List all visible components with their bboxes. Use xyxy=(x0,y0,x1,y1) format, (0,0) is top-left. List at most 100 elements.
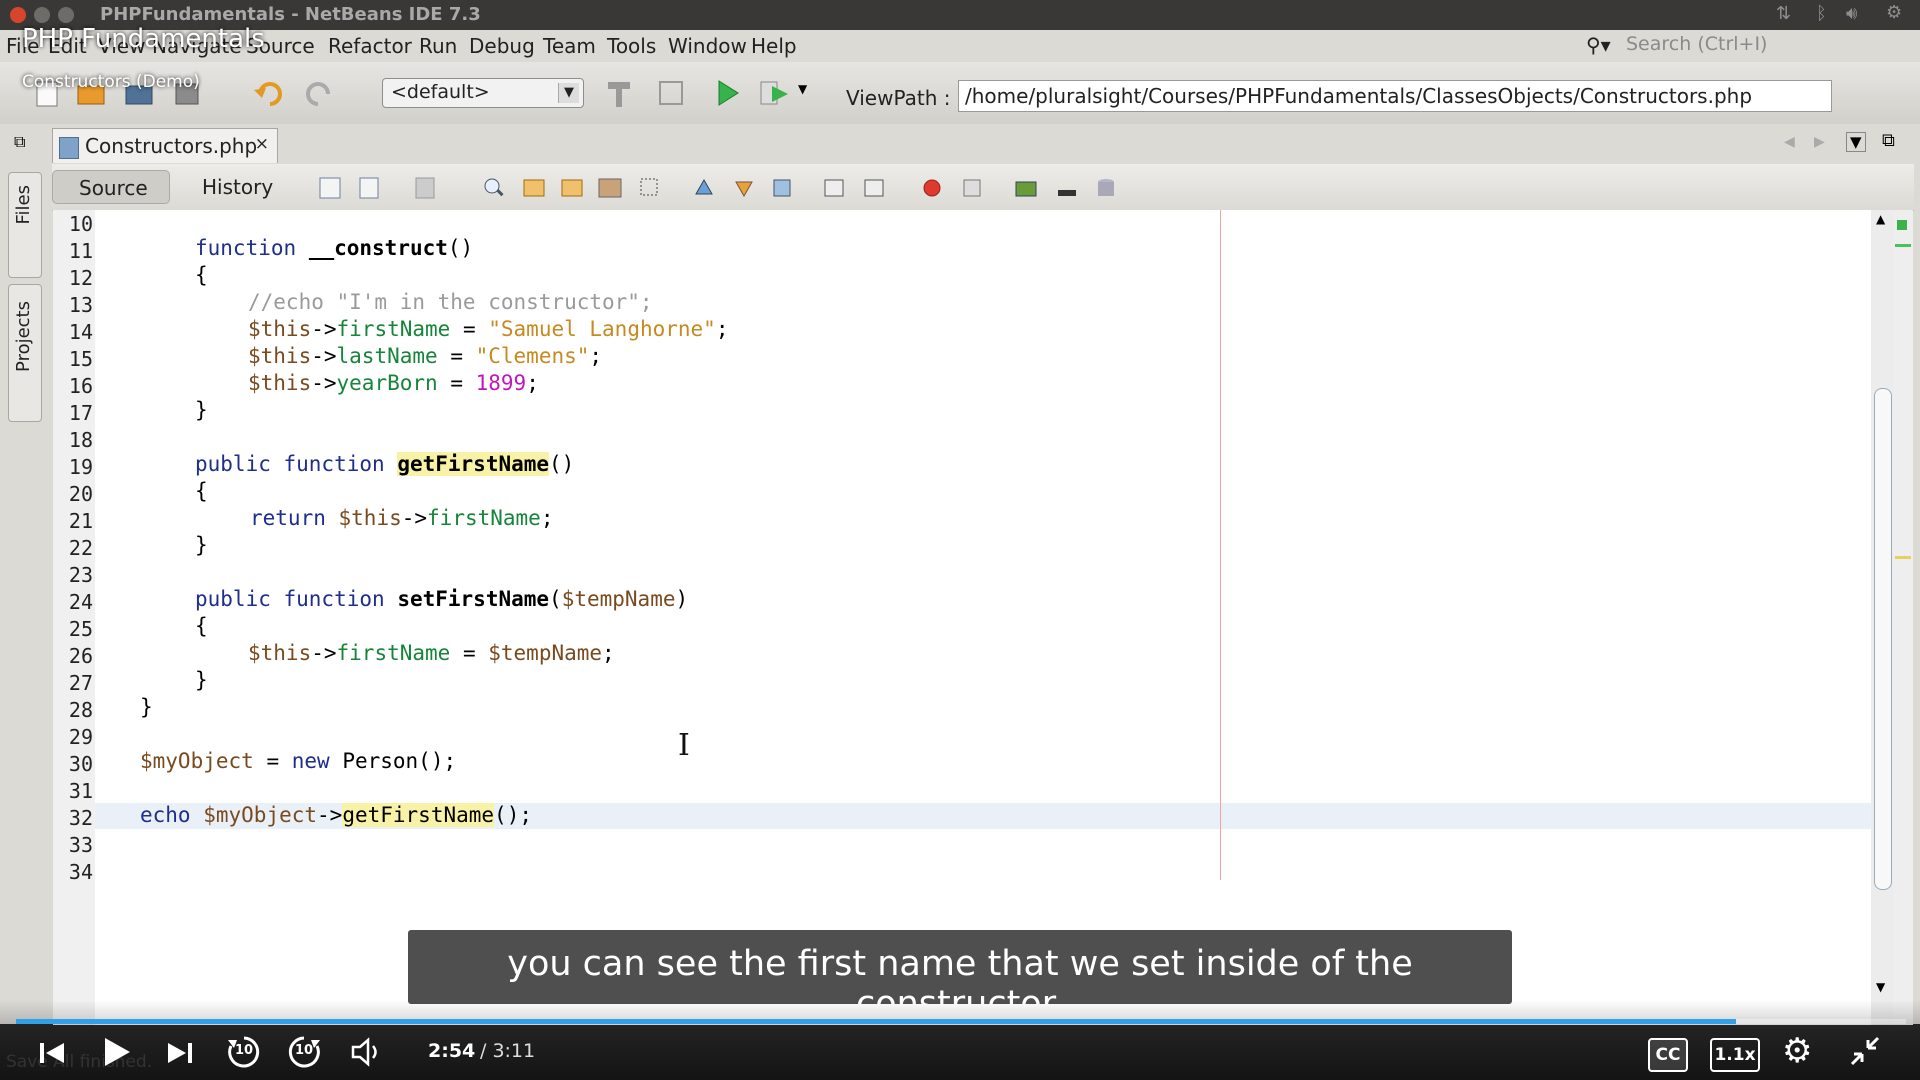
code-text: = xyxy=(437,371,476,395)
settings-gear-icon[interactable]: ⚙ xyxy=(1782,1034,1812,1068)
line-number: 33 xyxy=(68,833,93,857)
error-stripe-mark xyxy=(1895,244,1911,247)
redo-icon[interactable] xyxy=(302,76,336,110)
shift-right-icon[interactable] xyxy=(862,176,886,200)
line-number: 22 xyxy=(68,536,93,560)
rectangular-selection-icon[interactable] xyxy=(638,176,662,200)
tab-source[interactable]: Source xyxy=(52,170,170,204)
tab-source-label: Source xyxy=(79,176,148,200)
tab-constructors-php[interactable]: Constructors.php × xyxy=(52,128,278,163)
chevron-down-icon[interactable]: ▼ xyxy=(558,83,579,103)
back-icon[interactable] xyxy=(358,176,382,200)
next-bookmark-icon[interactable] xyxy=(732,176,756,200)
start-debug-icon[interactable] xyxy=(1014,176,1038,200)
status-ok-marker xyxy=(1897,220,1907,230)
show-opened-documents-icon[interactable]: ▼ xyxy=(1846,132,1866,152)
menu-team[interactable]: Team xyxy=(543,34,596,58)
code-text: ; xyxy=(589,344,603,368)
minimize-window-icon[interactable] xyxy=(34,7,50,23)
tab-history-label: History xyxy=(202,175,274,199)
configuration-select[interactable]: <default> ▼ xyxy=(382,78,584,108)
stop-debug-icon[interactable] xyxy=(1054,176,1078,200)
find-icon[interactable] xyxy=(482,176,506,200)
scrollbar-thumb[interactable] xyxy=(1874,388,1892,890)
scroll-tabs-right-icon[interactable]: ▶ xyxy=(1814,134,1825,150)
menu-debug[interactable]: Debug xyxy=(469,34,535,58)
search-icon[interactable]: ⚲▾ xyxy=(1586,33,1611,57)
find-previous-icon[interactable] xyxy=(522,176,546,200)
menu-refactor[interactable]: Refactor xyxy=(328,34,412,58)
sidebar-tab-projects[interactable]: Projects xyxy=(8,284,42,422)
forward-icon[interactable] xyxy=(414,176,438,200)
sidebar-tab-files[interactable]: Files xyxy=(8,172,42,278)
closed-captions-button[interactable]: CC xyxy=(1648,1038,1688,1072)
code-keyword: new xyxy=(291,749,330,773)
clean-build-icon[interactable] xyxy=(654,76,688,110)
line-number: 21 xyxy=(68,509,93,533)
viewpath-value: /home/pluralsight/Courses/PHPFundamental… xyxy=(965,84,1753,108)
code-line-14: $this->firstName = "Samuel Langhorne"; xyxy=(248,317,728,341)
code-text: } xyxy=(195,668,208,692)
run-project-icon[interactable] xyxy=(710,76,744,110)
skip-forward-10-icon[interactable]: 10 xyxy=(286,1034,322,1070)
undo-icon[interactable] xyxy=(252,76,286,110)
code-line-13: //echo "I'm in the constructor"; xyxy=(248,290,653,314)
debug-project-icon[interactable] xyxy=(758,76,792,110)
previous-clip-icon[interactable] xyxy=(38,1040,66,1070)
line-number: 25 xyxy=(68,617,93,641)
scroll-tabs-left-icon[interactable]: ◀ xyxy=(1784,134,1795,150)
bluetooth-icon: ᛒ xyxy=(1816,3,1827,24)
start-macro-recording-icon[interactable] xyxy=(920,176,944,200)
toggle-bookmark-icon[interactable] xyxy=(770,176,794,200)
maximize-window-icon[interactable] xyxy=(58,7,74,23)
menu-help[interactable]: Help xyxy=(751,34,797,58)
line-number: 27 xyxy=(68,671,93,695)
build-hammer-icon[interactable] xyxy=(602,76,636,110)
error-stripe xyxy=(1893,210,1913,1025)
skip-back-10-label: 10 xyxy=(235,1043,254,1058)
time-current: 2:54 xyxy=(428,1040,476,1062)
settings-gear-icon[interactable]: ⚙ xyxy=(1886,2,1902,23)
last-edit-icon[interactable] xyxy=(318,176,342,200)
line-number: 34 xyxy=(68,860,93,884)
code-text: Person(); xyxy=(342,749,457,773)
database-icon[interactable] xyxy=(1094,176,1118,200)
volume-icon[interactable] xyxy=(350,1036,384,1072)
line-number: 10 xyxy=(68,212,93,236)
toggle-highlight-icon[interactable] xyxy=(598,176,622,200)
playback-speed-button[interactable]: 1.1x xyxy=(1710,1038,1760,1072)
debug-dropdown-icon[interactable]: ▼ xyxy=(798,82,807,96)
maximize-editor-icon[interactable]: ⧉ xyxy=(1882,130,1895,151)
menu-window[interactable]: Window xyxy=(668,34,747,58)
previous-bookmark-icon[interactable] xyxy=(692,176,716,200)
skip-back-10-icon[interactable]: 10 xyxy=(226,1034,262,1070)
line-number: 31 xyxy=(68,779,93,803)
menu-bar: File Edit View Navigate Source Refactor … xyxy=(0,30,1920,62)
search-input[interactable]: Search (Ctrl+I) xyxy=(1626,33,1920,59)
code-line-20: { xyxy=(195,479,208,503)
exit-fullscreen-icon[interactable] xyxy=(1848,1034,1882,1072)
code-variable: $myObject xyxy=(140,749,254,773)
restore-window-icon[interactable]: ⧉ xyxy=(14,132,25,152)
scroll-up-icon[interactable]: ▲ xyxy=(1876,212,1885,226)
scroll-down-icon[interactable]: ▼ xyxy=(1876,980,1885,994)
viewpath-field[interactable]: /home/pluralsight/Courses/PHPFundamental… xyxy=(958,80,1832,112)
code-line-24: public function setFirstName($tempName) xyxy=(195,587,689,611)
play-icon[interactable] xyxy=(102,1036,132,1072)
menu-run[interactable]: Run xyxy=(419,34,457,58)
next-clip-icon[interactable] xyxy=(166,1040,194,1070)
tab-filename: Constructors.php xyxy=(85,134,258,158)
tab-history[interactable]: History xyxy=(192,170,292,202)
code-property: firstName xyxy=(336,317,451,341)
shift-left-icon[interactable] xyxy=(822,176,846,200)
line-number: 32 xyxy=(68,806,93,830)
line-number: 17 xyxy=(68,401,93,425)
code-function-name: setFirstName xyxy=(397,587,550,611)
close-window-icon[interactable] xyxy=(10,7,26,23)
find-next-icon[interactable] xyxy=(560,176,584,200)
close-tab-icon[interactable]: × xyxy=(255,134,269,154)
menu-tools[interactable]: Tools xyxy=(607,34,656,58)
code-text: ; xyxy=(715,317,729,341)
code-text: = xyxy=(450,641,489,665)
stop-macro-recording-icon[interactable] xyxy=(960,176,984,200)
